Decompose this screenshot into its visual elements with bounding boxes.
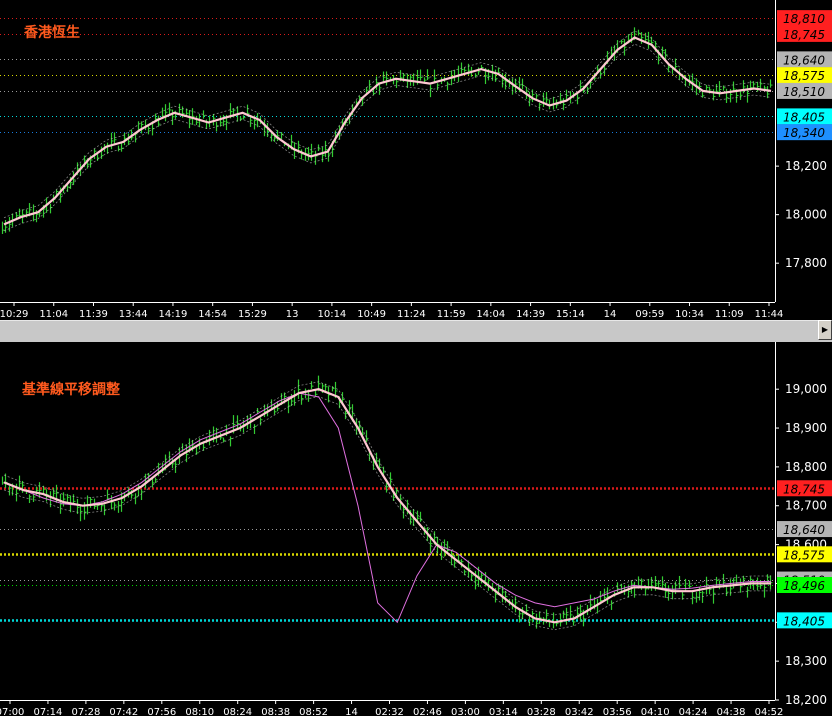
y-tick-label: 18,200 (785, 693, 827, 707)
x-tick-label: 04:38 (717, 707, 746, 716)
x-tick-label: 10:34 (675, 309, 704, 320)
x-tick-label: 11:59 (437, 309, 466, 320)
x-tick-label: 11:24 (397, 309, 426, 320)
x-tick-label: 14:19 (159, 309, 188, 320)
x-tick-label: 04:10 (641, 707, 670, 716)
x-tick-label: 07:28 (71, 707, 100, 716)
x-tick-label: 10:14 (317, 309, 346, 320)
x-tick-label: 08:38 (261, 707, 290, 716)
y-tick-label: 18,800 (785, 460, 827, 474)
level-badge-label: 18,640 (783, 53, 825, 67)
x-tick-label: 03:42 (565, 707, 594, 716)
x-tick-label: 08:52 (299, 707, 328, 716)
level-badge-label: 18,405 (783, 110, 825, 124)
level-badge-label: 18,575 (783, 548, 825, 562)
x-tick-label: 07:00 (0, 707, 24, 716)
x-tick-label: 09:59 (635, 309, 664, 320)
x-tick-label: 15:14 (556, 309, 585, 320)
x-tick-label: 10:49 (357, 309, 386, 320)
x-tick-label: 14:54 (198, 309, 227, 320)
hang-seng-chart-pane[interactable]: 香港恆生 18,200 18,000 17,800 18,810 18,745 18,640… (0, 0, 832, 320)
x-tick-label: 02:46 (413, 707, 442, 716)
level-badge-label: 18,340 (783, 126, 825, 140)
x-tick-label: 11:04 (39, 309, 68, 320)
chart-title: 基準線平移調整 (22, 381, 121, 398)
baseline-shift-chart-pane[interactable]: 基準線平移調整 19,000 18,900 18,800 18,700 18,600 18,… (0, 342, 832, 716)
x-tick-label: 11:39 (79, 309, 108, 320)
x-tick-label: 11:09 (715, 309, 744, 320)
scroll-right-icon[interactable]: ▶ (818, 320, 832, 340)
pane-divider-scrollbar[interactable] (0, 320, 832, 344)
y-tick-label: 18,300 (785, 654, 827, 668)
x-tick-label: 13 (286, 309, 299, 320)
y-tick-label: 18,000 (785, 208, 827, 222)
x-tick-label: 14:04 (476, 309, 505, 320)
x-tick-label: 03:00 (451, 707, 480, 716)
level-badge-label: 18,745 (783, 482, 825, 496)
x-tick-label: 03:14 (489, 707, 518, 716)
chart-background (0, 0, 832, 320)
x-tick-label: 08:24 (223, 707, 252, 716)
x-tick-label: 07:56 (147, 707, 176, 716)
level-badge-label: 18,810 (783, 12, 825, 26)
level-badge-label: 18,745 (783, 28, 825, 42)
x-tick-label: 04:52 (755, 707, 784, 716)
x-tick-label: 15:29 (238, 309, 267, 320)
hang-seng-chart: 香港恆生 18,200 18,000 17,800 18,810 18,745 18,640… (0, 0, 832, 320)
x-tick-label: 07:42 (109, 707, 138, 716)
x-tick-label: 03:28 (527, 707, 556, 716)
y-tick-label: 17,800 (785, 256, 827, 270)
x-tick-label: 03:56 (603, 707, 632, 716)
level-badge-label: 18,496 (783, 579, 825, 593)
x-tick-label: 10:29 (0, 309, 28, 320)
x-tick-label: 08:10 (185, 707, 214, 716)
x-tick-label: 14:39 (516, 309, 545, 320)
level-badge-label: 18,405 (783, 614, 825, 628)
level-badge-label: 18,640 (783, 523, 825, 537)
level-badge-label: 18,575 (783, 69, 825, 83)
x-tick-label: 14 (604, 309, 617, 320)
x-tick-label: 14 (345, 707, 358, 716)
y-tick-label: 18,700 (785, 499, 827, 513)
x-tick-label: 04:24 (679, 707, 708, 716)
baseline-shift-chart: 基準線平移調整 19,00018,90018,80018,70018,60018,… (0, 342, 832, 716)
chart-title: 香港恆生 (23, 24, 80, 41)
x-tick-label: 11:44 (755, 309, 784, 320)
x-tick-label: 02:32 (375, 707, 404, 716)
y-tick-label: 18,900 (785, 421, 827, 435)
y-tick-label: 18,200 (785, 159, 827, 173)
x-tick-label: 07:14 (34, 707, 63, 716)
x-tick-label: 13:44 (119, 309, 148, 320)
y-tick-label: 19,000 (785, 382, 827, 396)
level-badge-label: 18,510 (783, 85, 825, 99)
